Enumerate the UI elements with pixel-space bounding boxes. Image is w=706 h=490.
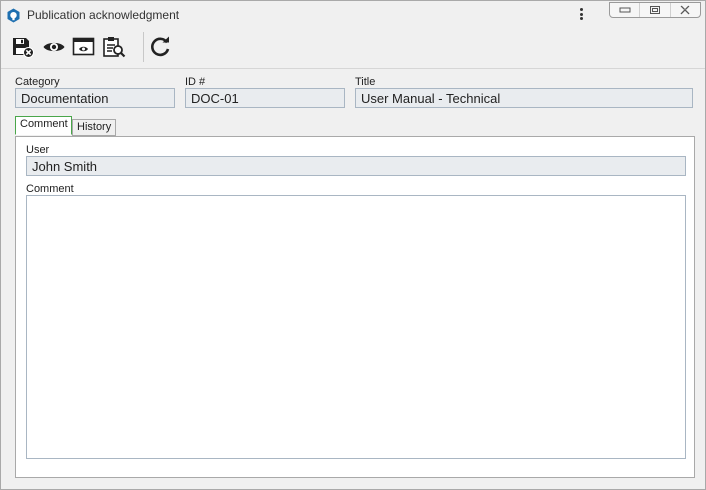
title-bar[interactable]: Publication acknowledgment [1,1,705,29]
view-window-icon [72,37,95,56]
document-search-button[interactable] [102,35,126,59]
more-options-icon[interactable] [575,7,587,23]
minimize-button[interactable] [610,3,639,17]
app-logo-icon [6,8,21,23]
tab-comment[interactable]: Comment [15,116,72,135]
window-title: Publication acknowledgment [27,8,180,22]
user-label: User [26,144,50,156]
id-field[interactable]: DOC-01 [185,88,345,108]
refresh-button[interactable] [148,35,172,59]
toolbar-separator [143,32,144,62]
save-and-close-icon [13,38,34,58]
title-field[interactable]: User Manual - Technical [355,88,693,108]
view-window-button[interactable] [72,35,96,59]
tab-history[interactable]: History [72,119,116,136]
id-label: ID # [185,76,206,88]
window-controls [609,2,701,18]
dialog-window: Publication acknowledgment Category Docu… [0,0,706,490]
view-icon [43,42,65,52]
comment-tab-panel: User John Smith Comment [15,136,695,478]
refresh-icon [151,36,170,57]
restore-icon [649,6,660,14]
title-label: Title [355,76,376,88]
category-field[interactable]: Documentation [15,88,175,108]
toolbar [1,29,705,69]
user-field[interactable]: John Smith [26,156,686,176]
comment-label: Comment [26,183,74,195]
close-button[interactable] [669,3,700,17]
minimize-icon [619,7,631,13]
view-button[interactable] [42,35,66,59]
close-icon [680,5,690,15]
comment-textarea[interactable] [26,195,686,459]
restore-button[interactable] [639,3,669,17]
form-content: Category Documentation ID # DOC-01 Title… [1,70,705,489]
save-and-close-button[interactable] [11,35,35,59]
document-search-icon [103,37,126,58]
category-label: Category [15,76,60,88]
